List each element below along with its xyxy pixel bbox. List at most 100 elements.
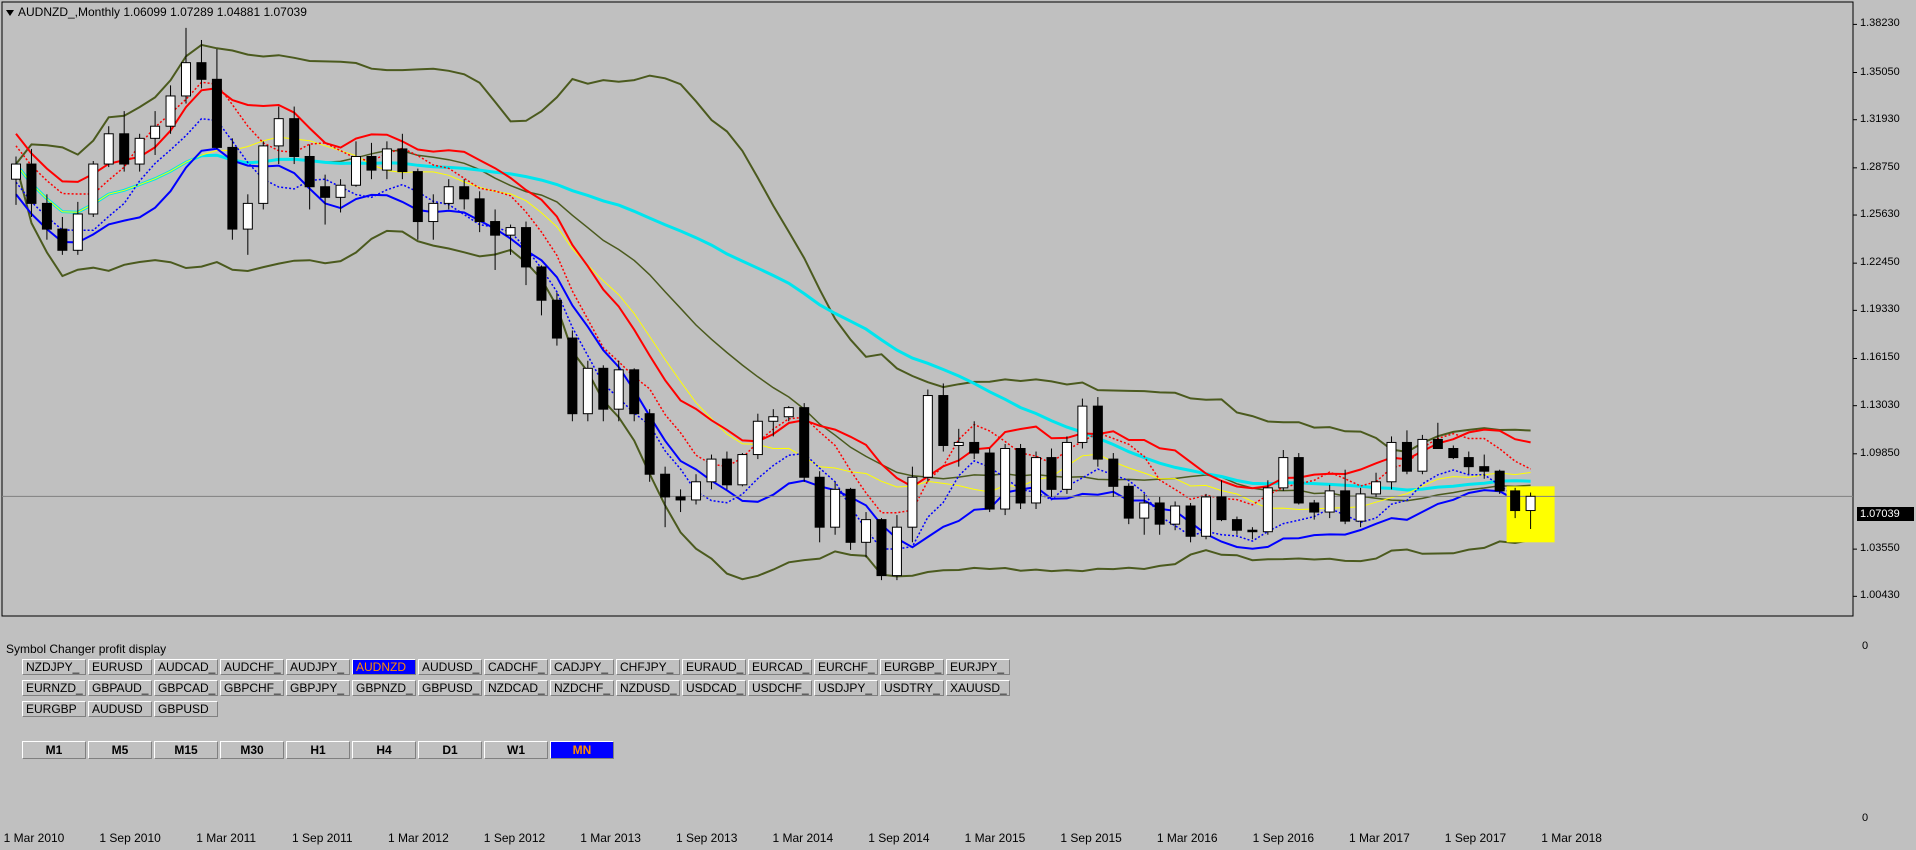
timeframe-button-mn[interactable]: MN (550, 741, 614, 759)
symbol-button-nzdcad[interactable]: NZDCAD_ (484, 680, 548, 696)
symbol-button-audchf[interactable]: AUDCHF_ (220, 659, 284, 675)
symbol-button-euraud[interactable]: EURAUD_ (682, 659, 746, 675)
time-tick-label: 1 Mar 2010 (3, 831, 65, 845)
symbol-button-eurnzd[interactable]: EURNZD_ (22, 680, 86, 696)
price-tick-label: 1.31930 (1860, 112, 1900, 125)
symbol-button-audcad[interactable]: AUDCAD_ (154, 659, 218, 675)
candle-body (381, 148, 392, 171)
price-tick-label: 1.13030 (1860, 398, 1900, 411)
timeframe-button-m5[interactable]: M5 (88, 741, 152, 759)
candle-body (1293, 457, 1304, 504)
time-tick-label: 1 Mar 2017 (1349, 831, 1410, 845)
symbol-button-cadjpy[interactable]: CADJPY_ (550, 659, 614, 675)
collapse-triangle-icon[interactable] (6, 9, 14, 16)
time-tick-label: 1 Sep 2017 (1444, 831, 1507, 845)
symbol-button-eurgbp[interactable]: EURGBP (22, 701, 86, 717)
candle-body (41, 202, 52, 230)
symbol-button-usdchf[interactable]: USDCHF_ (748, 680, 812, 696)
candle-body (1355, 493, 1366, 522)
candle-body (134, 137, 145, 165)
symbol-button-gbpcad[interactable]: GBPCAD_ (154, 680, 218, 696)
price-chart[interactable]: AUDNZD_,Monthly 1.06099 1.07289 1.04881 … (0, 0, 1916, 638)
candle-body (1247, 529, 1258, 533)
candle-body (1417, 438, 1428, 472)
candle-body (1185, 505, 1196, 537)
price-tick-label: 1.09850 (1860, 446, 1900, 459)
candle-body (412, 171, 423, 223)
candle-body (1525, 495, 1536, 512)
candle-body (26, 163, 37, 204)
time-tick-label: 1 Mar 2012 (388, 831, 449, 845)
timeframe-button-m30[interactable]: M30 (220, 741, 284, 759)
indicator-scale-bottom: 0 (1862, 812, 1869, 824)
candle-body (1046, 457, 1057, 490)
candle-body (660, 473, 671, 498)
time-tick-label: 1 Mar 2018 (1541, 831, 1602, 845)
symbol-button-xauusd[interactable]: XAUUSD_ (946, 680, 1010, 696)
symbol-button-eurgbp[interactable]: EURGBP_ (880, 659, 944, 675)
symbol-button-usdtry[interactable]: USDTRY_ (880, 680, 944, 696)
candle-body (1340, 490, 1351, 522)
symbol-button-chfjpy[interactable]: CHFJPY_ (616, 659, 680, 675)
timeframe-button-h4[interactable]: H4 (352, 741, 416, 759)
timeframe-button-d1[interactable]: D1 (418, 741, 482, 759)
symbol-button-eurchf[interactable]: EURCHF_ (814, 659, 878, 675)
candle-body (644, 413, 655, 475)
timeframe-button-w1[interactable]: W1 (484, 741, 548, 759)
symbol-button-gbpnzd[interactable]: GBPNZD_ (352, 680, 416, 696)
time-tick-label: 1 Mar 2015 (964, 831, 1026, 845)
symbol-button-usdcad[interactable]: USDCAD_ (682, 680, 746, 696)
candle-body (768, 416, 779, 422)
candle-body (1278, 457, 1289, 489)
candle-body (629, 369, 640, 415)
symbol-button-audjpy[interactable]: AUDJPY_ (286, 659, 350, 675)
candle-body (1015, 448, 1026, 504)
candle-body (1123, 485, 1134, 519)
symbol-button-nzdusd[interactable]: NZDUSD_ (616, 680, 680, 696)
candle-body (505, 227, 516, 236)
candle-body (814, 476, 825, 528)
timeframe-button-m1[interactable]: M1 (22, 741, 86, 759)
symbol-button-gbpusd[interactable]: GBPUSD_ (418, 680, 482, 696)
candle-body (737, 454, 748, 486)
candle-body (1231, 519, 1242, 531)
symbol-button-audusd[interactable]: AUDUSD_ (418, 659, 482, 675)
chart-canvas[interactable] (0, 0, 1916, 638)
time-tick-label: 1 Sep 2011 (292, 831, 353, 845)
price-tick-label: 1.35050 (1860, 65, 1900, 78)
candle-body (1031, 457, 1042, 504)
price-tick-label: 1.03550 (1860, 542, 1900, 555)
symbol-button-audusd[interactable]: AUDUSD (88, 701, 152, 717)
symbol-button-nzdjpy[interactable]: NZDJPY_ (22, 659, 86, 675)
candle-body (1262, 487, 1273, 533)
candle-body (351, 155, 362, 186)
symbol-button-audnzd[interactable]: AUDNZD (352, 659, 416, 675)
candle-body (1324, 490, 1335, 513)
symbol-button-gbpusd[interactable]: GBPUSD (154, 701, 218, 717)
symbol-button-eurjpy[interactable]: EURJPY_ (946, 659, 1010, 675)
candle-body (1170, 505, 1181, 525)
time-tick-label: 1 Mar 2013 (580, 831, 641, 845)
candle-body (861, 519, 872, 543)
symbol-button-nzdchf[interactable]: NZDCHF_ (550, 680, 614, 696)
price-tick-label: 1.16150 (1860, 351, 1900, 364)
chart-frame (1, 1, 1854, 617)
symbol-button-usdjpy[interactable]: USDJPY_ (814, 680, 878, 696)
symbol-button-eurusd[interactable]: EURUSD (88, 659, 152, 675)
symbol-button-eurcad[interactable]: EURCAD_ (748, 659, 812, 675)
candle-body (273, 118, 284, 147)
candle-body (196, 62, 207, 80)
candle-body (181, 62, 192, 97)
symbol-button-gbpjpy[interactable]: GBPJPY_ (286, 680, 350, 696)
chart-title-text: AUDNZD_,Monthly 1.06099 1.07289 1.04881 … (18, 5, 307, 19)
candle-body (567, 337, 578, 415)
candle-body (721, 458, 732, 486)
symbol-button-gbpaud[interactable]: GBPAUD_ (88, 680, 152, 696)
timeframe-button-h1[interactable]: H1 (286, 741, 350, 759)
symbol-button-cadchf[interactable]: CADCHF_ (484, 659, 548, 675)
timeframe-button-m15[interactable]: M15 (154, 741, 218, 759)
candle-body (984, 452, 995, 510)
candle-body (551, 299, 562, 339)
candle-body (88, 163, 99, 215)
symbol-button-gbpchf[interactable]: GBPCHF_ (220, 680, 284, 696)
